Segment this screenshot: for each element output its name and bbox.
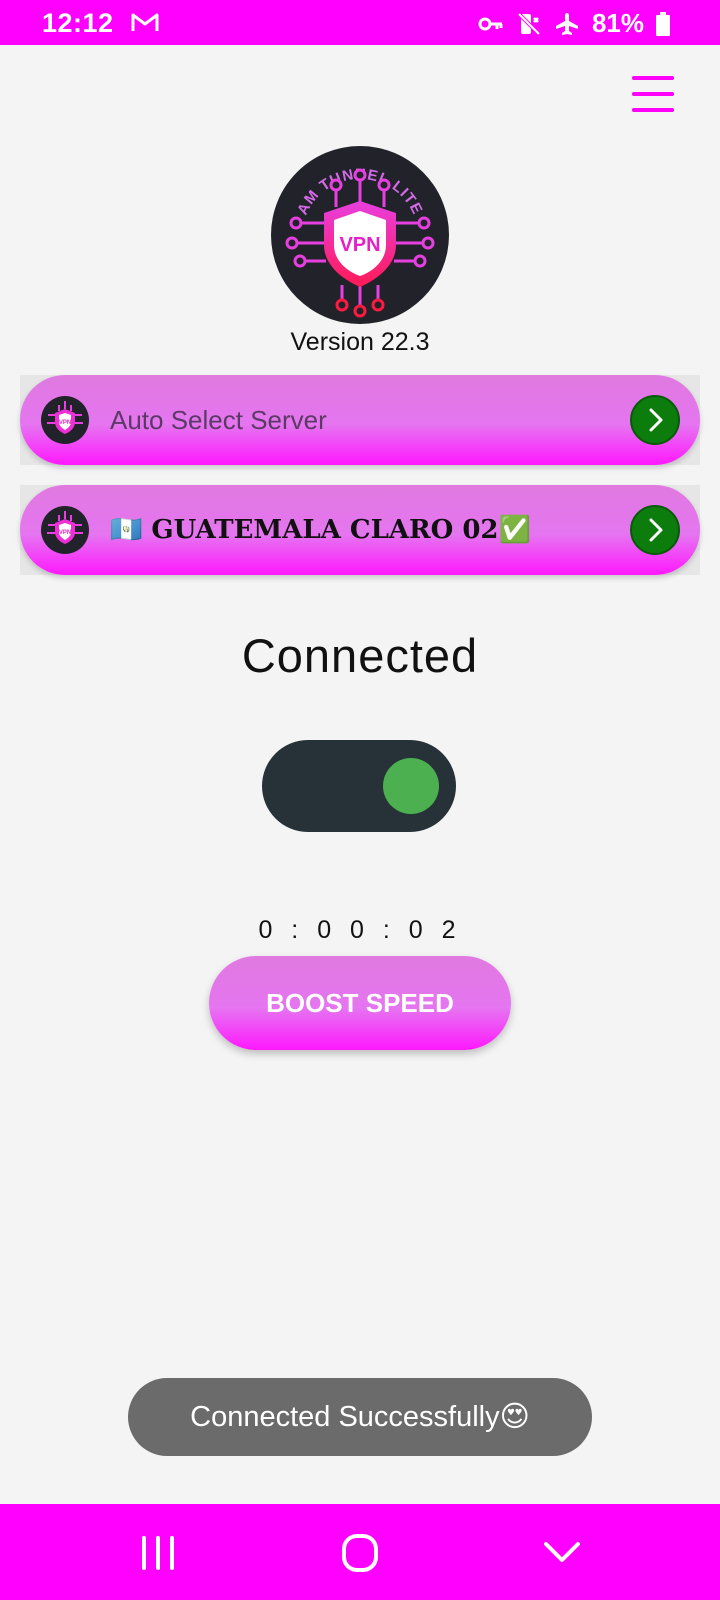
- app-logo-small-icon: VPN: [41, 396, 89, 444]
- boost-speed-button[interactable]: BOOST SPEED: [209, 956, 511, 1050]
- status-time: 12:12: [42, 8, 114, 38]
- airplane-icon: [555, 12, 578, 35]
- chevron-right-icon[interactable]: [630, 395, 680, 445]
- status-icons: 81%: [478, 8, 670, 39]
- vpn-key-icon: [478, 17, 503, 30]
- navigation-bar: [0, 1504, 720, 1600]
- chevron-right-icon[interactable]: [630, 505, 680, 555]
- server-row-auto: VPN Auto Select Server: [20, 375, 700, 465]
- recent-apps-icon[interactable]: [128, 1532, 188, 1574]
- chevron-down-icon[interactable]: [532, 1532, 592, 1574]
- gmail-icon: [131, 13, 159, 31]
- status-bar: 12:12 81%: [0, 0, 720, 45]
- battery-icon: [656, 11, 670, 36]
- svg-text:VPN: VPN: [339, 234, 380, 256]
- app-version: Version 22.3: [290, 328, 430, 356]
- connection-status: Connected: [241, 629, 479, 682]
- app-logo-small-icon: VPN: [41, 506, 89, 554]
- server-row-selected: VPN 🇬🇹 GUATEMALA CLARO 02✅: [20, 485, 700, 575]
- auto-select-server-button[interactable]: VPN Auto Select Server: [20, 375, 700, 465]
- app-logo: AM TUNNEL LITE VPN: [271, 146, 449, 324]
- vpn-toggle-switch[interactable]: [262, 740, 456, 832]
- svg-text:VPN: VPN: [59, 530, 71, 536]
- server-label: Auto Select Server: [110, 405, 327, 435]
- toast-message: Connected Successfully😍: [128, 1378, 592, 1456]
- toggle-knob: [383, 758, 439, 814]
- mute-icon: [517, 12, 541, 35]
- server-label: 🇬🇹 GUATEMALA CLARO 02✅: [110, 515, 531, 545]
- svg-text:VPN: VPN: [59, 420, 71, 426]
- selected-server-button[interactable]: VPN 🇬🇹 GUATEMALA CLARO 02✅: [20, 485, 700, 575]
- home-icon[interactable]: [330, 1532, 390, 1574]
- menu-icon[interactable]: [632, 76, 674, 112]
- battery-percent: 81%: [591, 8, 644, 38]
- connection-timer: 0 : 0 0 : 0 2: [258, 916, 462, 944]
